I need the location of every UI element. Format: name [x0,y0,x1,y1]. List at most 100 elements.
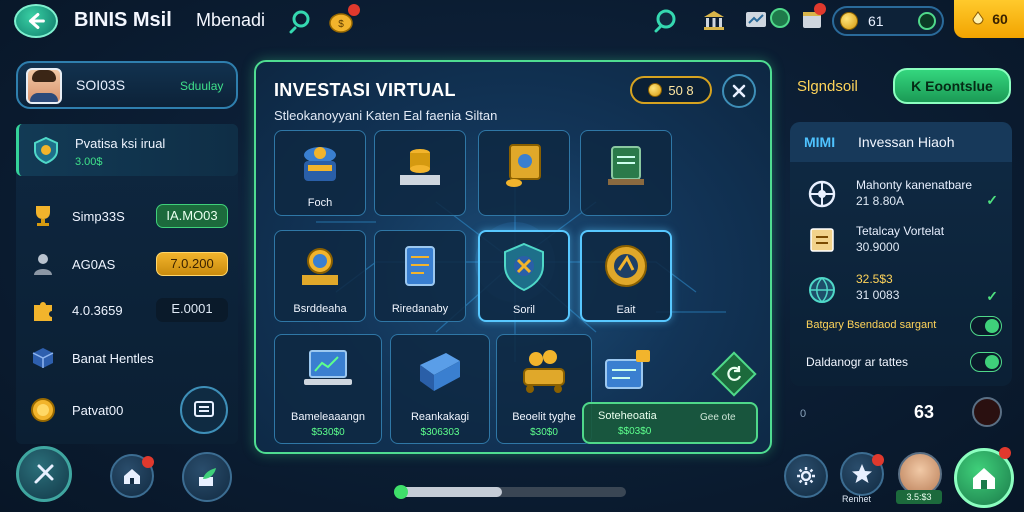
record-button[interactable] [972,397,1002,427]
shield-tools-icon [504,242,544,292]
card-value: $530$0 [311,427,345,438]
option-toggle[interactable] [970,352,1002,372]
notification-badge [814,3,826,15]
search-icon[interactable] [288,7,316,35]
star-icon [852,464,872,483]
chart-screen-icon[interactable] [742,6,770,34]
gold-amount: 60 [992,11,1008,27]
investment-card[interactable] [478,130,570,216]
sidebar-item-cube[interactable]: Banat Hentles [16,336,238,380]
option-label: Daldanogr ar tattes [806,355,909,369]
back-button[interactable] [14,4,58,38]
profile-name: SOI03S [76,77,126,93]
card-machine-icon [605,350,650,389]
app-title: BINIS Msil [74,9,172,31]
investment-card[interactable] [580,130,672,216]
investment-card[interactable]: Eait [580,230,672,322]
advisor-icon [28,249,58,279]
settings-button[interactable] [784,454,828,498]
cube-icon [28,343,58,373]
investment-card[interactable]: Riredanaby [374,230,466,322]
message-icon [194,401,214,417]
coin-icon [648,83,663,97]
avatar [26,68,62,104]
investment-card[interactable]: Reankakagi $306303 [390,334,490,444]
globe-icon [806,274,838,306]
item-value: 31 0083 [856,288,900,302]
card-label: Bameleaaangn [290,411,365,423]
sidebar-item-trophy[interactable]: Simp33S IA.MO03 [16,194,238,238]
investment-card[interactable] [374,130,466,216]
coin-amount: 61 [868,13,884,29]
gold-counter[interactable]: 60 [954,0,1024,38]
app-subtitle: Mbenadi [196,10,266,30]
investment-modal: INVESTASI VIRTUAL Stleokanoyyani Katen E… [254,60,772,454]
sidebar-item-value[interactable]: IA.MO03 [156,204,228,228]
star-label: Renhet [842,494,872,504]
item-value: 21 8.80A [856,194,905,208]
card-value: $306303 [420,427,460,438]
sidebar-item-investment[interactable]: Pvatisa ksi irual 3.00$ [16,124,238,176]
summary-item[interactable]: Tetalcay Vortelat 30.9000 [790,220,1012,264]
favorites-button[interactable] [840,452,884,496]
gold-coin-bag-icon[interactable]: $ [328,4,360,34]
modal-subtitle: Stleokanoyyani Katen Eal faenia Siltan [274,108,498,123]
coin-counter[interactable]: 61 [832,6,944,36]
sidebar-item-advisor[interactable]: AG0AS 7.0.200 [16,242,238,286]
option-row[interactable]: Daldanogr ar tattes [790,350,1012,376]
investment-summary-panel: MIMI Invessan Hiaoh Mahonty kanenatbare … [790,122,1012,386]
investment-card[interactable]: Foch [274,130,366,216]
check-icon: ✓ [986,192,998,208]
coin-stack-icon [302,248,338,285]
gold-drop-icon [972,11,984,25]
tablet-icon [608,146,644,185]
sidebar-item-puzzle[interactable]: 4.0.3659 E.0001 [16,288,238,332]
panel-title: Invessan Hiaoh [858,134,955,150]
leaf-chart-icon [199,468,216,486]
sidebar-item-value[interactable]: E.0001 [156,298,228,322]
modal-title: INVESTASI VIRTUAL [274,80,456,100]
sidebar-item-label: 4.0.3659 [72,302,123,318]
growth-button[interactable] [182,452,232,502]
gold-coin-icon [28,395,58,425]
balance-pill: 50 8 [630,76,712,104]
item-title: Tetalcay Vortelat [856,224,945,238]
option-toggle[interactable] [970,316,1002,336]
svg-text:$: $ [338,19,344,30]
message-button[interactable] [180,386,228,434]
item-title: 32.5$3 [856,272,893,286]
card-label: Reankakagi [410,411,470,423]
home-main-button[interactable] [954,447,1014,508]
home-button[interactable] [110,454,154,498]
status-green-icon[interactable] [770,8,790,28]
profile-status: Sduulay [180,79,224,93]
gold-bars-icon [400,149,440,185]
close-icon [732,84,746,98]
bank-icon [304,147,336,181]
investment-card-active[interactable]: Soteheoatia $$03$0 Gee ote [582,402,758,444]
sidebar-item-label: Simp33S [72,208,125,224]
trophy-icon [28,201,58,231]
investment-card[interactable]: Bsrddeaha [274,230,366,322]
summary-item[interactable]: Mahonty kanenatbare 21 8.80A ✓ [790,172,1012,216]
profile-card[interactable]: SOI03S Sduulay [16,61,238,109]
progress-knob[interactable] [394,485,408,499]
add-coins-icon[interactable] [918,12,936,30]
summary-item[interactable]: 32.5$3 31 0083 ✓ [790,268,1012,312]
refresh-icon [727,366,742,381]
investment-card[interactable]: Bameleaaangn $530$0 [274,334,382,444]
continue-button[interactable]: K Eoontslue [893,68,1011,104]
sidebar-item-label: Banat Hentles [72,350,154,366]
investment-card-selected[interactable]: Soril [478,230,570,322]
investment-card[interactable]: Beoelit tyghe $30$0 [496,334,592,444]
right-title: Slgndsoil [797,78,858,95]
card-value: $30$0 [530,427,558,438]
sidebar-item-value[interactable]: 7.0.200 [156,252,228,276]
store-icon[interactable] [798,3,826,34]
coin-icon [840,12,858,30]
close-button[interactable] [722,74,756,108]
option-row[interactable]: Batgary Bsendaod sargant [790,314,1012,340]
tools-button[interactable] [16,446,72,502]
magnifier-icon[interactable] [652,6,680,34]
bank-building-icon[interactable] [700,6,728,34]
